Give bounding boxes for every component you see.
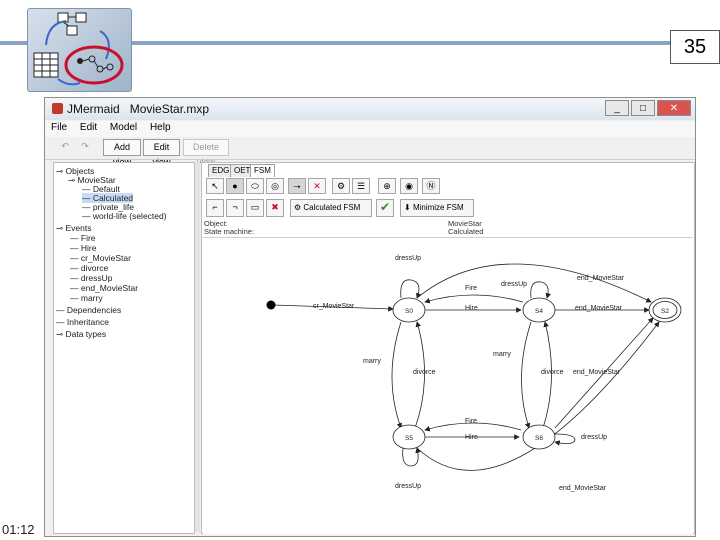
app-name: JMermaid: [67, 102, 120, 116]
state-icon[interactable]: ⬭: [246, 178, 264, 194]
rectangle-icon[interactable]: ▭: [246, 199, 264, 217]
tree-dependencies[interactable]: — Dependencies: [56, 305, 121, 315]
loop-s6[interactable]: [554, 433, 576, 446]
state-label-s4: S4: [535, 308, 543, 315]
menu-edit[interactable]: Edit: [76, 121, 101, 134]
state-label-s5: S5: [405, 435, 413, 442]
label-hire-top: Hire: [465, 305, 478, 312]
label-divorce-left: divorce: [413, 369, 436, 376]
maximize-button[interactable]: □: [631, 100, 655, 116]
delete-icon[interactable]: ✕: [308, 178, 326, 194]
remove-icon[interactable]: ✖: [266, 199, 284, 217]
state-label-s2: S2: [661, 308, 669, 315]
state-label-s0: S0: [405, 308, 413, 315]
corner-left-icon[interactable]: ⌐: [206, 199, 224, 217]
loop-s5[interactable]: [402, 447, 421, 467]
tree-event-marry[interactable]: — marry: [70, 293, 103, 303]
label-hire-bottom: Hire: [465, 434, 478, 441]
menu-bar: File Edit Model Help: [45, 121, 695, 137]
record-icon[interactable]: ◉: [400, 178, 418, 194]
zoom-in-icon[interactable]: ⊕: [378, 178, 396, 194]
state-machine-label: State machine:: [204, 227, 255, 236]
fsm-logo: [27, 8, 132, 92]
final-state-icon[interactable]: ◎: [266, 178, 284, 194]
transition-icon[interactable]: ⭢: [288, 178, 306, 194]
transition-s4-s0[interactable]: [424, 294, 524, 304]
transition-s4-s6[interactable]: [521, 321, 532, 429]
state-machine-value: Calculated: [448, 227, 484, 236]
tree-state-world-life[interactable]: — world-life (selected): [82, 211, 167, 221]
menu-help[interactable]: Help: [146, 121, 175, 134]
add-view-button[interactable]: Add view: [103, 139, 141, 167]
tab-fsm[interactable]: FSM: [250, 164, 275, 177]
loop-s0[interactable]: [400, 279, 422, 299]
minimize-fsm-button[interactable]: ⬇ Minimize FSM: [400, 199, 474, 217]
label-dressup-s6: dressUp: [581, 434, 607, 441]
select-icon[interactable]: ↖: [206, 178, 224, 194]
label-cr: cr_MovieStar: [313, 303, 355, 310]
initial-state[interactable]: [266, 300, 276, 310]
label-divorce-right: divorce: [541, 369, 564, 376]
tree-data-types[interactable]: ⊸ Data types: [56, 329, 106, 340]
redo-icon[interactable]: ↷: [77, 139, 93, 156]
fsm-canvas[interactable]: S0 S4 S2 S5 S6 cr_MovieStar Fire Hire dr…: [203, 237, 693, 534]
object-info: Object: State machine:: [204, 220, 254, 236]
tree-event-cr-moviestar[interactable]: — cr_MovieStar: [70, 253, 131, 263]
menu-file[interactable]: File: [47, 121, 71, 134]
transition-s0-s5[interactable]: [391, 321, 403, 429]
main-toolbar: ↶ ↷ Add view Edit view Delete view: [45, 137, 695, 167]
label-dressup-s0: dressUp: [395, 255, 421, 262]
check-icon[interactable]: ✔: [376, 199, 394, 217]
calculated-fsm-button[interactable]: ⚙ Calculated FSM: [290, 199, 372, 217]
loop-s4[interactable]: [530, 281, 552, 299]
object-tree: ⊸ Objects ⊸ MovieStar — Default — Calcul…: [53, 162, 195, 534]
object-info-values: MovieStar Calculated: [448, 220, 483, 236]
panel-splitter[interactable]: [195, 162, 200, 532]
align-icon[interactable]: ☰: [352, 178, 370, 194]
tree-event-end-moviestar[interactable]: — end_MovieStar: [70, 283, 138, 293]
slide-time: 01:12: [2, 522, 35, 537]
initial-state-icon[interactable]: ●: [226, 178, 244, 194]
label-end-bottom: end_MovieStar: [559, 485, 607, 492]
slide-number: 35: [670, 30, 720, 64]
window-title: JMermaid MovieStar.mxp: [67, 102, 209, 116]
tree-event-divorce[interactable]: — divorce: [70, 263, 108, 273]
tree-event-hire[interactable]: — Hire: [70, 243, 96, 253]
undo-icon[interactable]: ↶: [57, 139, 73, 156]
label-dressup-s4: dressUp: [501, 281, 527, 288]
label-marry-right: marry: [493, 351, 511, 358]
label-marry-left: marry: [363, 358, 381, 365]
edit-view-button[interactable]: Edit view: [143, 139, 180, 167]
tree-inheritance[interactable]: — Inheritance: [56, 317, 109, 327]
title-bar: JMermaid MovieStar.mxp _ □ ✕: [45, 98, 695, 120]
label-fire-top: Fire: [465, 285, 477, 292]
file-name: MovieStar.mxp: [129, 102, 210, 116]
menu-model[interactable]: Model: [106, 121, 141, 134]
app-window: JMermaid MovieStar.mxp _ □ ✕ File Edit M…: [44, 97, 696, 537]
normal-icon[interactable]: Ⓝ: [422, 178, 440, 194]
label-dressup-s5: dressUp: [395, 483, 421, 490]
layout-icon[interactable]: ⚙: [332, 178, 350, 194]
label-end-s4: end_MovieStar: [575, 305, 623, 312]
tree-event-fire[interactable]: — Fire: [70, 233, 96, 243]
fsm-panel: EDG OET FSM ↖ ● ⬭ ◎ ⭢ ✕ ⚙ ☰ ⊕ ◉ Ⓝ ⌐ ¬ ▭ …: [201, 162, 695, 534]
delete-view-button[interactable]: Delete view: [183, 139, 229, 167]
label-end-top: end_MovieStar: [577, 275, 625, 282]
tree-event-dressup[interactable]: — dressUp: [70, 273, 113, 283]
close-button[interactable]: ✕: [657, 100, 691, 116]
minimize-button[interactable]: _: [605, 100, 629, 116]
state-label-s6: S6: [535, 435, 543, 442]
app-icon: [52, 103, 63, 114]
label-fire-bottom: Fire: [465, 418, 477, 425]
corner-right-icon[interactable]: ¬: [226, 199, 244, 217]
label-end-s6: end_MovieStar: [573, 369, 621, 376]
